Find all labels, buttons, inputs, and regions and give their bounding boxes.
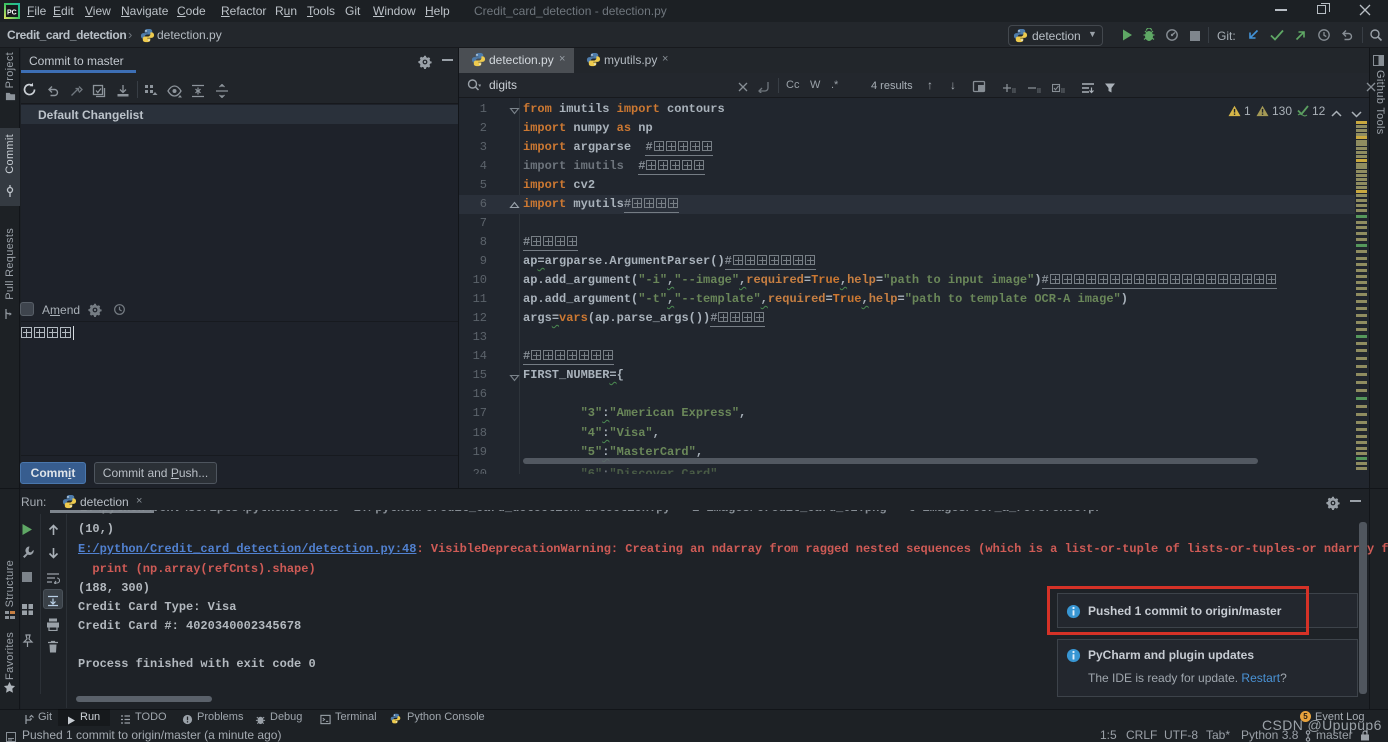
- svg-text:II: II: [1012, 88, 1016, 94]
- svg-text:II: II: [1061, 88, 1065, 94]
- svg-text:PC: PC: [7, 10, 17, 17]
- svg-text:II: II: [1037, 88, 1041, 94]
